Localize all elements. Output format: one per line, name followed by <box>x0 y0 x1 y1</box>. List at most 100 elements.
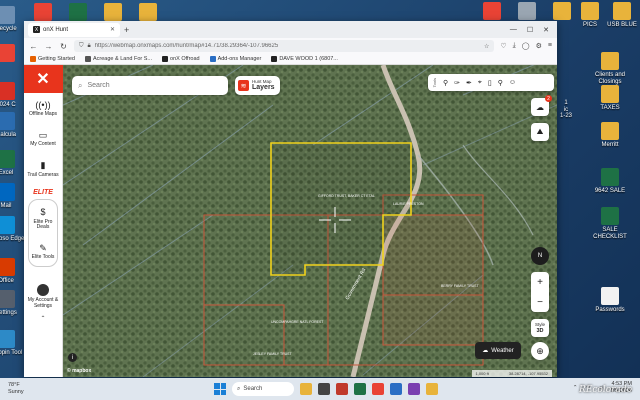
terrain-button[interactable]: ⛰ <box>531 123 549 141</box>
sidebar-item-account[interactable]: My Account & Settings <box>24 277 63 315</box>
desktop-icon[interactable]: Office <box>0 258 26 285</box>
tool-icon[interactable]: ▯ <box>488 79 492 87</box>
sidebar-item[interactable]: ▮ Trail Cameras <box>24 153 63 183</box>
download-icon[interactable]: ⤓ <box>513 42 516 50</box>
extensions-icon[interactable]: ⚙ <box>536 42 542 50</box>
desktop-icon[interactable]: Merritt <box>590 122 630 149</box>
mapbox-logo[interactable]: © mapbox <box>67 368 91 374</box>
taskbar-app-icon[interactable] <box>336 383 348 395</box>
desktop-icon[interactable]: SALE CHECKLIST <box>590 207 630 240</box>
desktop-icon[interactable]: Settings <box>0 290 26 317</box>
nav-bar: ← → ↻ ⛉ 🔒︎ ☆ ♡ ⤓ ◯ ⚙ ≡ <box>24 38 557 54</box>
tool-icon[interactable]: ☺ <box>509 79 516 86</box>
tab-onx-hunt[interactable]: X onX Hunt ✕ <box>28 22 120 37</box>
desktop-icon[interactable]: Snippin Tool <box>0 330 26 357</box>
desktop-icon[interactable]: Clients and Closings <box>590 52 630 85</box>
taskbar-search-label: Search <box>243 386 263 392</box>
bookmark-label: Getting Started <box>38 56 75 62</box>
desktop-icon[interactable]: Recycle <box>0 6 26 33</box>
sidebar-item[interactable]: $ Elite Pro Deals <box>29 200 57 236</box>
star-icon[interactable]: ☆ <box>484 43 489 50</box>
layers-button[interactable]: ≋ Hunt Map Layers <box>235 76 280 95</box>
desktop-icon[interactable]: Mail <box>0 183 26 210</box>
alerts-button[interactable]: ☁ 2 <box>531 95 552 116</box>
onx-logo[interactable]: ✕ <box>24 65 63 93</box>
locate-button[interactable]: ⊕ <box>531 342 549 360</box>
sidebar-item[interactable]: ▭ My Content <box>24 123 63 153</box>
shield-icon: ⛉ <box>79 42 84 49</box>
desktop-icon[interactable] <box>0 44 26 64</box>
search-box[interactable]: ⌕ <box>72 76 228 95</box>
desktop-icon[interactable]: Passwords <box>590 287 630 314</box>
cloud-icon: ☁ <box>536 102 544 112</box>
partial-labels: 1 ic 1-23 <box>556 100 576 120</box>
desktop-icon[interactable] <box>133 3 163 23</box>
zoom-in-button[interactable]: + <box>537 277 543 288</box>
search-input[interactable] <box>87 82 222 89</box>
desktop-icon[interactable] <box>98 3 128 23</box>
desktop-icon[interactable]: Excel <box>0 150 26 177</box>
bookmark-item[interactable]: DAVE WOOD 1 (6807... <box>271 56 338 62</box>
sidebar-item[interactable]: ((•)) Offline Maps <box>24 93 63 123</box>
bookmark-item[interactable]: Add-ons Manager <box>209 56 261 62</box>
taskbar-app-icon[interactable] <box>390 383 402 395</box>
taskbar-app-icon[interactable] <box>408 383 420 395</box>
sidebar: ✕ ((•)) Offline Maps ▭ My Content ▮ Trail Cam… <box>24 65 63 377</box>
maximize-button[interactable]: ☐ <box>527 26 533 34</box>
url-bar[interactable]: ⛉ 🔒︎ ☆ <box>74 40 495 52</box>
sidebar-item[interactable]: ✎ Elite Tools <box>29 236 57 266</box>
taskbar-app-icon[interactable] <box>318 383 330 395</box>
minimize-button[interactable]: — <box>510 26 517 34</box>
tool-icon[interactable]: ✑ <box>454 79 460 87</box>
desktop-icon[interactable] <box>28 3 58 23</box>
close-tab-icon[interactable]: ✕ <box>110 26 115 33</box>
compass-button[interactable]: N <box>531 247 549 265</box>
desktop-icon[interactable]: TAXES <box>590 85 630 112</box>
start-button[interactable] <box>214 383 226 395</box>
weather-widget[interactable]: 78°F Sunny <box>8 382 24 395</box>
desktop-icon[interactable]: Microso Edge <box>0 216 26 243</box>
back-button[interactable]: ← <box>29 42 38 51</box>
app-icon <box>69 3 87 21</box>
weather-label: Weather <box>491 347 514 354</box>
chevron-up-icon[interactable]: ⌃ <box>573 385 578 391</box>
map-imagery: Government Rd GIFFORD TRUST, BAKER CT ET… <box>63 65 557 377</box>
tool-icon[interactable]: ⌖ <box>478 79 482 87</box>
menu-icon[interactable]: ≡ <box>548 42 552 50</box>
sidebar-icon: ((•)) <box>35 100 51 110</box>
bookmark-item[interactable]: Acreage & Land For S... <box>85 56 152 62</box>
taskbar-app-icon[interactable] <box>426 383 438 395</box>
forward-button[interactable]: → <box>44 42 53 51</box>
taskbar-search[interactable]: ⌕ Search <box>232 382 294 396</box>
info-icon[interactable]: i <box>68 353 77 362</box>
map-canvas[interactable]: Government Rd GIFFORD TRUST, BAKER CT ET… <box>63 65 557 377</box>
coordinates-readout: 38.28714, -107.95532 <box>508 371 548 376</box>
taskbar-app-icon[interactable] <box>354 383 366 395</box>
desktop-icon[interactable]: 9642 SALE <box>590 168 630 195</box>
weather-button[interactable]: ☁ Weather <box>475 342 521 359</box>
desktop-icon[interactable]: Calcula <box>0 112 26 139</box>
bookmark-item[interactable]: onX Offroad <box>162 56 200 62</box>
app-icon <box>601 168 619 186</box>
map-style-button[interactable]: Style 3D <box>531 319 549 337</box>
account-icon[interactable]: ◯ <box>522 42 530 50</box>
taskbar-app-icon[interactable] <box>300 383 312 395</box>
bookmark-item[interactable]: Getting Started <box>30 56 75 62</box>
url-input[interactable] <box>94 43 480 49</box>
tool-icon[interactable]: ⚲ <box>498 79 503 87</box>
taskbar-app-icon[interactable] <box>372 383 384 395</box>
desktop-icon[interactable]: USB BLUE <box>602 2 640 29</box>
desktop-icon[interactable]: 2024 C <box>0 82 26 109</box>
pocket-icon[interactable]: ♡ <box>500 42 506 50</box>
desktop-icon[interactable] <box>472 2 512 22</box>
close-window-button[interactable]: ✕ <box>543 26 549 34</box>
zoom-out-button[interactable]: − <box>537 297 543 308</box>
tool-icon[interactable]: ✒ <box>466 79 472 87</box>
desktop-icon[interactable] <box>507 2 547 22</box>
reload-button[interactable]: ↻ <box>59 42 68 51</box>
chevron-up-icon[interactable]: ⌃ <box>40 315 45 322</box>
new-tab-button[interactable]: + <box>124 25 129 35</box>
tool-icon[interactable]: ⚲ <box>443 79 448 87</box>
desktop-icon[interactable] <box>63 3 93 23</box>
tools-toolbar: Tools ⚲ ✑ ✒ ⌖ ▯ ⚲ ☺ <box>428 74 554 91</box>
